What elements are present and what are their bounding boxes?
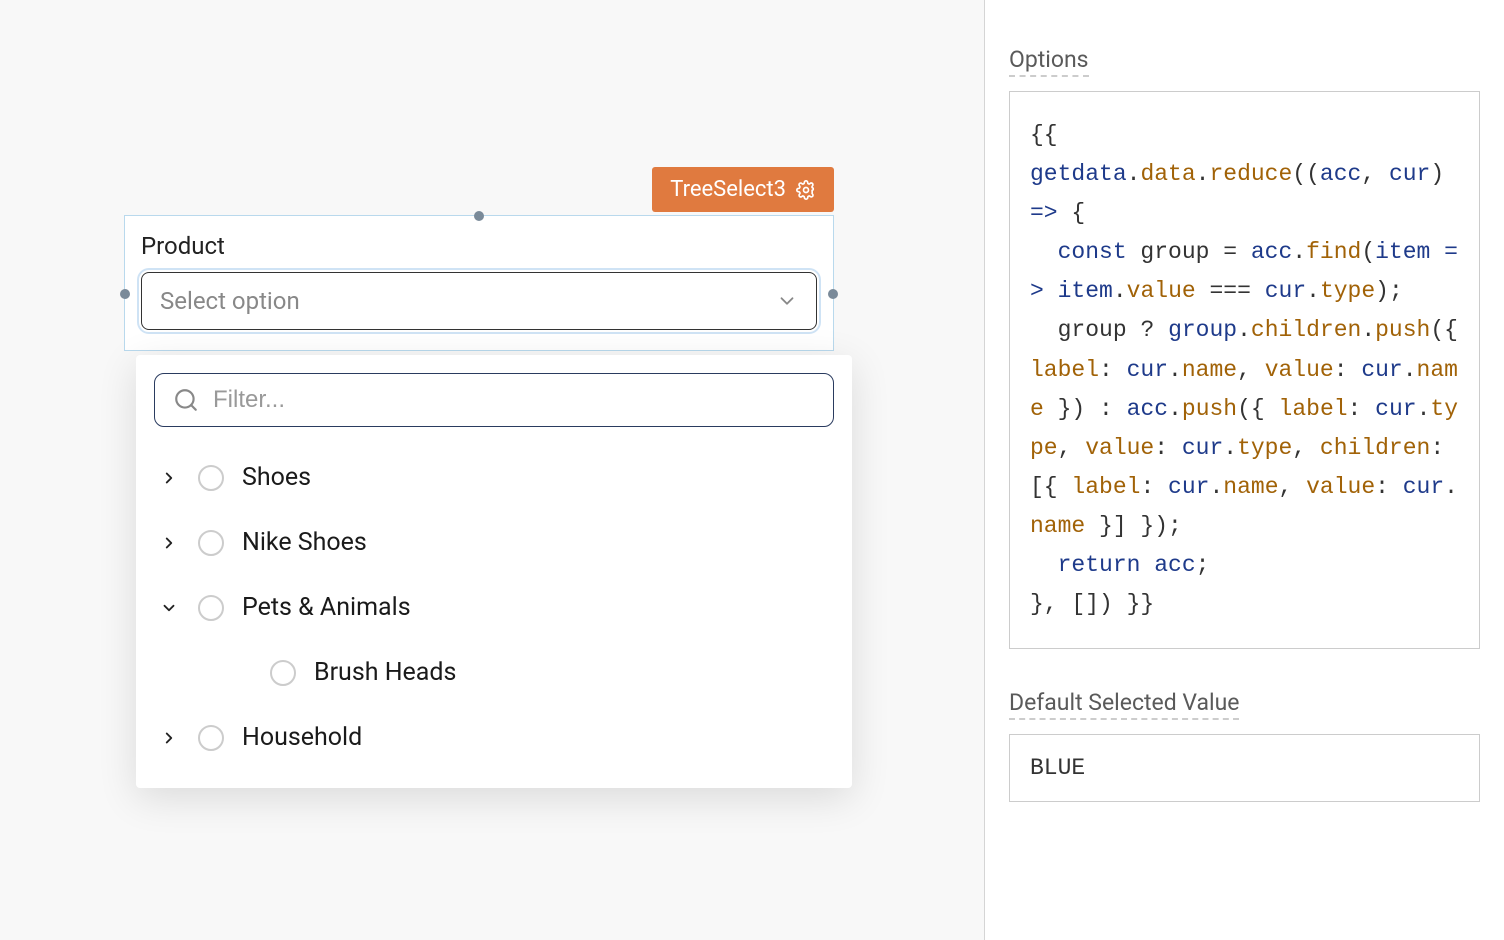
filter-input-wrap[interactable] — [154, 373, 834, 427]
chevron-down-icon[interactable] — [158, 599, 180, 617]
properties-panel: Options {{ getdata.data.reduce((acc, cur… — [984, 0, 1504, 940]
radio-circle[interactable] — [198, 465, 224, 491]
filter-input[interactable] — [213, 386, 815, 414]
gear-icon — [796, 180, 816, 200]
default-selected-header: Default Selected Value — [1009, 689, 1239, 720]
radio-circle[interactable] — [270, 660, 296, 686]
default-selected-value-input[interactable]: BLUE — [1009, 734, 1480, 802]
tree-item-label: Household — [242, 723, 362, 752]
tree-item[interactable]: Pets & Animals — [154, 575, 834, 640]
chevron-right-icon[interactable] — [158, 729, 180, 747]
treeselect-widget[interactable]: TreeSelect3 Product Select option — [124, 215, 834, 351]
options-code-input[interactable]: {{ getdata.data.reduce((acc, cur) => { c… — [1009, 91, 1480, 649]
tree-item-label: Pets & Animals — [242, 593, 411, 622]
treeselect-dropdown: Shoes Nike Shoes Pets & Animals Brush Heads… — [136, 355, 852, 788]
search-icon — [173, 387, 199, 413]
widget-selection-box[interactable]: Product Select option — [124, 215, 834, 351]
tree-item[interactable]: Shoes — [154, 445, 834, 510]
tree-item-label: Brush Heads — [314, 658, 456, 687]
tree-item[interactable]: Brush Heads — [154, 640, 834, 705]
treeselect-placeholder: Select option — [160, 287, 300, 315]
options-header: Options — [1009, 46, 1089, 77]
canvas-area: TreeSelect3 Product Select option — [0, 0, 984, 940]
filter-row — [136, 373, 852, 445]
treeselect-label: Product — [141, 232, 817, 260]
radio-circle[interactable] — [198, 595, 224, 621]
tree-item[interactable]: Nike Shoes — [154, 510, 834, 575]
tree-item[interactable]: Household — [154, 705, 834, 770]
chevron-down-icon — [776, 290, 798, 312]
tree-item-label: Shoes — [242, 463, 311, 492]
radio-circle[interactable] — [198, 725, 224, 751]
radio-circle[interactable] — [198, 530, 224, 556]
resize-handle-right[interactable] — [828, 289, 838, 299]
tree-item-label: Nike Shoes — [242, 528, 367, 557]
resize-handle-top[interactable] — [474, 211, 484, 221]
widget-badge[interactable]: TreeSelect3 — [652, 167, 834, 212]
tree-list: Shoes Nike Shoes Pets & Animals Brush Heads… — [136, 445, 852, 770]
chevron-right-icon[interactable] — [158, 534, 180, 552]
treeselect-control[interactable]: Select option — [141, 272, 817, 330]
resize-handle-left[interactable] — [120, 289, 130, 299]
widget-badge-label: TreeSelect3 — [670, 177, 786, 202]
chevron-right-icon[interactable] — [158, 469, 180, 487]
